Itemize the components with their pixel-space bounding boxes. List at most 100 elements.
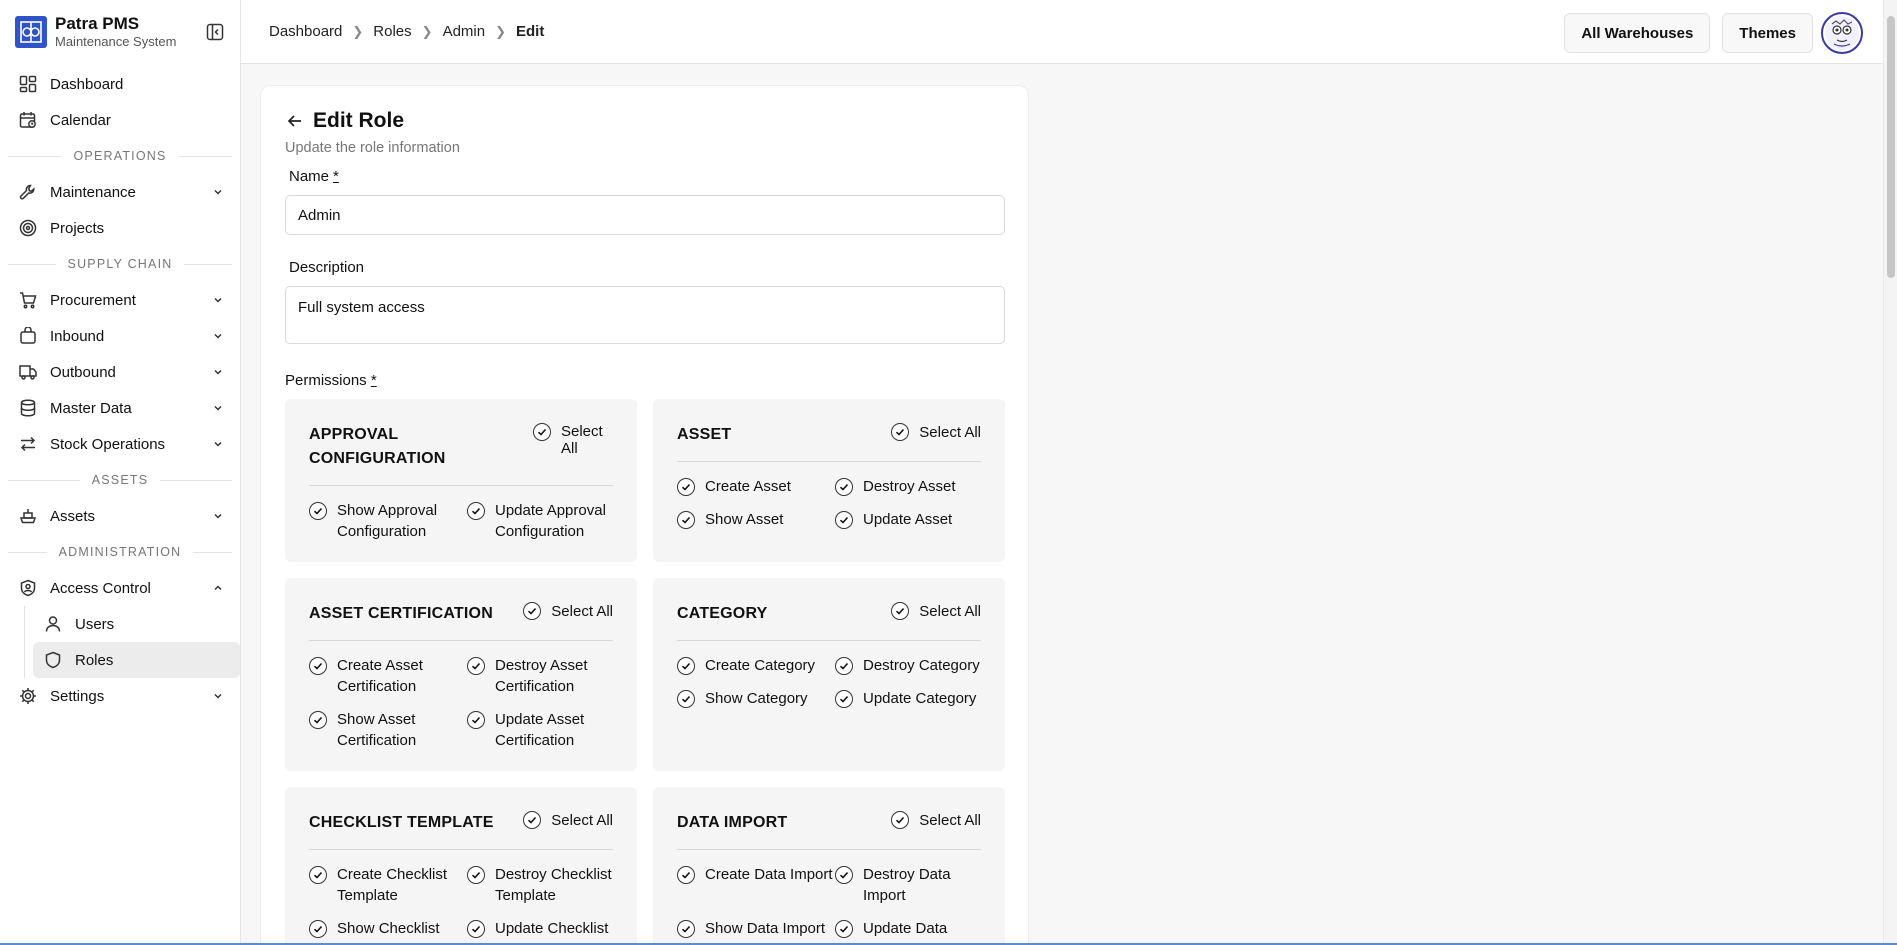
sidebar-item-inbound[interactable]: Inbound (0, 318, 240, 354)
select-all-checkbox[interactable]: Select All (891, 811, 981, 829)
user-icon (43, 614, 63, 634)
select-all-label: Select All (919, 811, 981, 829)
sidebar-item-dashboard[interactable]: Dashboard (0, 66, 240, 102)
themes-button[interactable]: Themes (1722, 13, 1813, 53)
breadcrumb-dashboard[interactable]: Dashboard (269, 23, 342, 40)
scrollbar-thumb[interactable] (1887, 16, 1895, 278)
permission-checkbox[interactable]: Show Asset (677, 509, 835, 530)
permission-label: Update Data Import (863, 920, 948, 945)
permission-label: Show Data Import (705, 920, 826, 937)
sidebar-item-projects[interactable]: Projects (0, 210, 240, 246)
permission-checkbox[interactable]: Update Approval Configuration (467, 500, 617, 542)
brand[interactable]: Patra PMS Maintenance System (0, 0, 240, 64)
sidebar-item-settings[interactable]: Settings (0, 678, 240, 714)
sidebar-toggle-icon[interactable] (204, 21, 226, 43)
permission-checkbox[interactable]: Destroy Asset (835, 476, 985, 497)
description-label: Description (289, 259, 365, 276)
breadcrumb-admin[interactable]: Admin (443, 23, 486, 40)
chevron-down-icon (212, 294, 224, 306)
sidebar-item-master-data[interactable]: Master Data (0, 390, 240, 426)
sidebar-item-users[interactable]: Users (33, 606, 240, 642)
sidebar-item-label: Assets (50, 507, 96, 525)
select-all-checkbox[interactable]: Select All (891, 423, 981, 441)
sidebar-item-stock-operations[interactable]: Stock Operations (0, 426, 240, 462)
sidebar-item-label: Inbound (50, 327, 105, 345)
permission-checkbox[interactable]: Show Approval Configuration (309, 500, 467, 542)
checkbox-checked-icon (309, 711, 327, 729)
breadcrumb: Dashboard ❯ Roles ❯ Admin ❯ Edit (269, 23, 544, 40)
truck-icon (18, 362, 38, 382)
box-icon (18, 326, 38, 346)
checkbox-checked-icon (677, 511, 695, 529)
permission-checkbox[interactable]: Update Category (835, 688, 985, 709)
select-all-checkbox[interactable]: Select All (891, 602, 981, 620)
chevron-right-icon: ❯ (421, 23, 433, 39)
permission-checkbox[interactable]: Show Asset Certification (309, 709, 467, 751)
permission-label: Show Category (705, 690, 808, 707)
warehouse-selector-button[interactable]: All Warehouses (1564, 13, 1711, 53)
select-all-label: Select All (919, 423, 981, 441)
avatar[interactable] (1821, 12, 1863, 54)
back-arrow-icon[interactable] (285, 111, 305, 131)
sidebar: Patra PMS Maintenance System Dashboard C… (0, 0, 241, 945)
access-control-submenu: Users Roles (24, 606, 240, 678)
required-mark: * (333, 168, 339, 185)
permission-label: Show Approval Configuration (337, 502, 438, 540)
sidebar-item-label: Outbound (50, 363, 116, 381)
name-input[interactable]: Admin (285, 195, 1005, 235)
permission-group-title: ASSET (677, 426, 732, 443)
permission-checkbox[interactable]: Destroy Category (835, 655, 985, 676)
sidebar-item-label: Settings (50, 687, 105, 705)
permission-checkbox[interactable]: Destroy Asset Certification (467, 655, 617, 697)
permission-checkbox[interactable]: Update Asset (835, 509, 985, 530)
sidebar-item-access-control[interactable]: Access Control (0, 570, 240, 606)
section-administration: ADMINISTRATION (0, 534, 240, 570)
cart-icon (18, 290, 38, 310)
permission-checkbox[interactable]: Create Category (677, 655, 835, 676)
required-mark: * (370, 372, 377, 389)
breadcrumb-roles[interactable]: Roles (373, 23, 411, 40)
sidebar-item-procurement[interactable]: Procurement (0, 282, 240, 318)
permission-checkbox[interactable]: Update Data Import (835, 918, 985, 945)
chevron-down-icon (212, 402, 224, 414)
checkbox-checked-icon (891, 602, 910, 620)
page-scrollbar[interactable] (1883, 0, 1897, 945)
permission-checkbox[interactable]: Update Checklist Template (467, 918, 617, 945)
breadcrumb-current: Edit (516, 23, 545, 40)
select-all-checkbox[interactable]: Select All (533, 423, 613, 457)
sidebar-item-outbound[interactable]: Outbound (0, 354, 240, 390)
permission-checkbox[interactable]: Show Checklist Template (309, 918, 467, 945)
permission-checkbox[interactable]: Create Data Import (677, 864, 835, 906)
user-shield-icon (18, 578, 38, 598)
sidebar-item-roles[interactable]: Roles (33, 642, 240, 678)
permission-checkbox[interactable]: Create Checklist Template (309, 864, 467, 906)
chevron-up-icon (212, 582, 224, 594)
permission-group-card: ASSET CERTIFICATION Select All Create Asse… (285, 578, 637, 771)
sidebar-item-assets[interactable]: Assets (0, 498, 240, 534)
chevron-right-icon: ❯ (352, 23, 364, 39)
permission-label: Destroy Category (863, 657, 980, 674)
permission-checkbox[interactable]: Show Data Import (677, 918, 835, 945)
wrench-icon (18, 182, 38, 202)
permission-checkbox[interactable]: Create Asset Certification (309, 655, 467, 697)
checkbox-checked-icon (835, 478, 853, 496)
chevron-right-icon: ❯ (495, 23, 506, 39)
checkbox-checked-icon (309, 920, 327, 938)
description-textarea[interactable]: Full system access (285, 286, 1005, 344)
sidebar-item-maintenance[interactable]: Maintenance (0, 174, 240, 210)
shield-icon (43, 650, 63, 670)
select-all-checkbox[interactable]: Select All (523, 602, 613, 620)
permission-checkbox[interactable]: Show Category (677, 688, 835, 709)
checkbox-checked-icon (835, 657, 853, 675)
select-all-checkbox[interactable]: Select All (523, 811, 613, 829)
permission-checkbox[interactable]: Update Asset Certification (467, 709, 617, 751)
target-icon (18, 218, 38, 238)
permission-checkbox[interactable]: Create Asset (677, 476, 835, 497)
sidebar-nav: Dashboard Calendar OPERATIONS Maintenanc… (0, 64, 240, 714)
sidebar-item-calendar[interactable]: Calendar (0, 102, 240, 138)
permission-checkbox[interactable]: Destroy Checklist Template (467, 864, 617, 906)
permission-group-card: CHECKLIST TEMPLATE Select All Create Check… (285, 787, 637, 945)
permission-checkbox[interactable]: Destroy Data Import (835, 864, 985, 906)
checkbox-checked-icon (677, 657, 695, 675)
checkbox-checked-icon (467, 502, 485, 520)
